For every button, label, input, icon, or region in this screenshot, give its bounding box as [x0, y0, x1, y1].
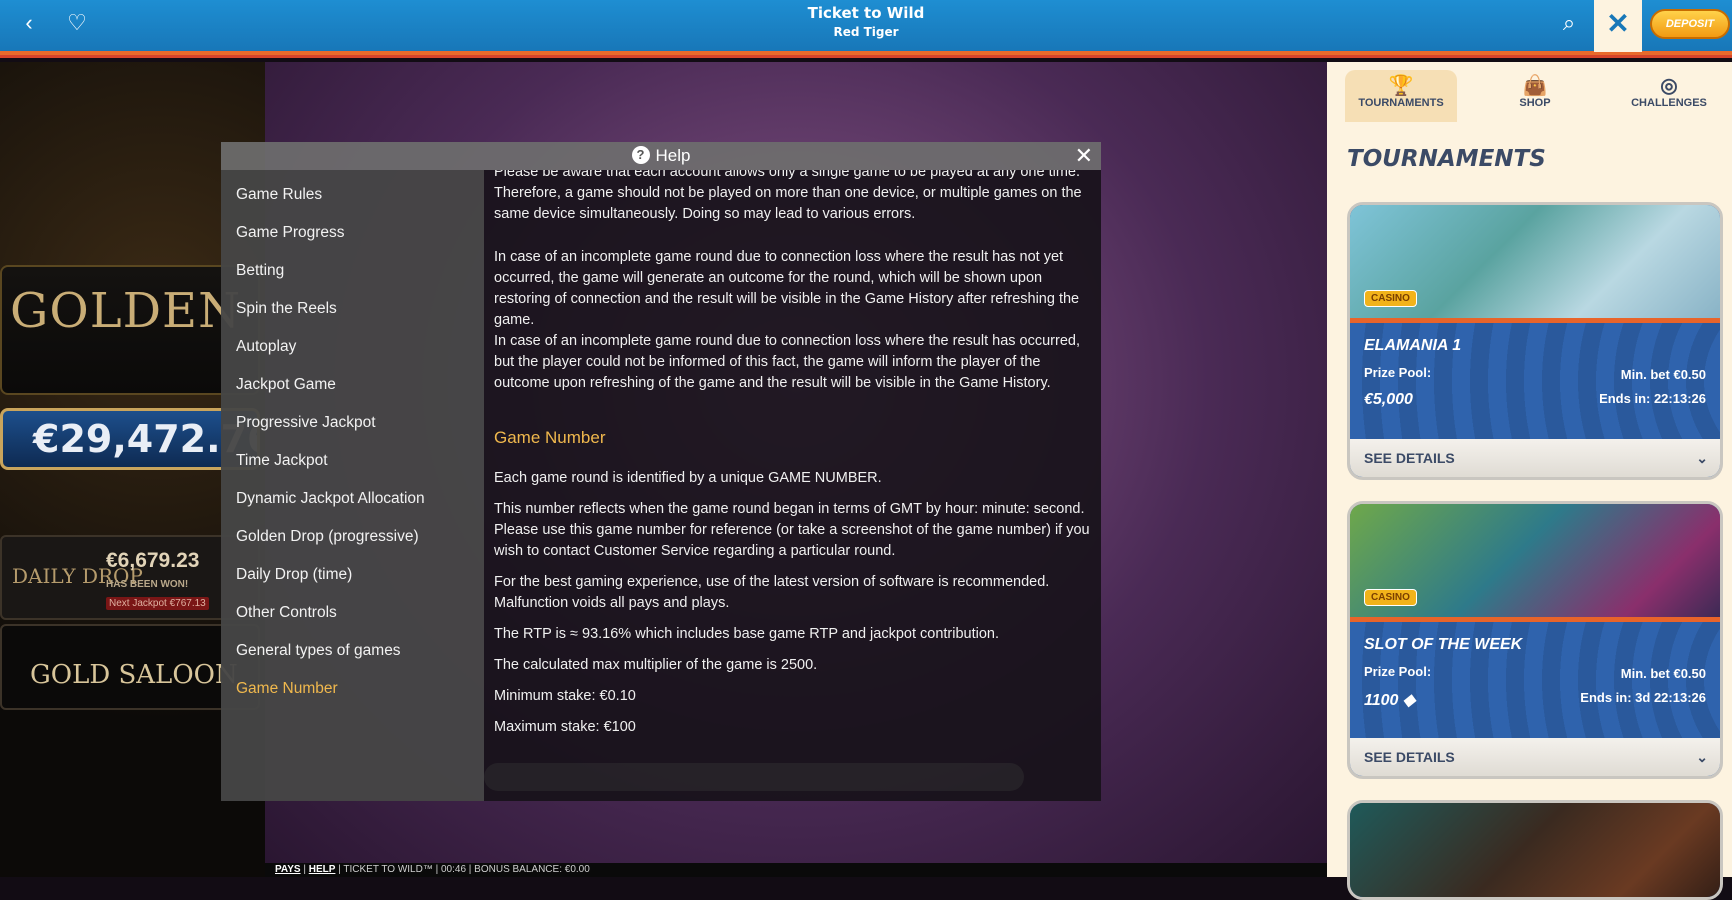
- panel-heading: TOURNAMENTS: [1347, 146, 1546, 172]
- tournament-card[interactable]: CASINO SLOT OF THE WEEK Prize Pool: 1100…: [1347, 501, 1723, 779]
- golden-drop-amount: €29,472.76: [33, 417, 260, 461]
- help-nav-item[interactable]: Other Controls: [221, 594, 484, 632]
- see-details-label: SEE DETAILS: [1364, 749, 1455, 765]
- ends-in: Ends in: 22:13:26: [1599, 391, 1706, 406]
- daily-drop-won-text: HAS BEEN WON!: [106, 579, 189, 590]
- chevron-down-icon: ⌄: [1696, 749, 1708, 765]
- gold-saloon-label: GOLD SALOON: [30, 660, 238, 690]
- tab-label: SHOP: [1519, 97, 1551, 109]
- tournament-card[interactable]: CASINO ELAMANIA 1 Prize Pool: €5,000 Min…: [1347, 202, 1723, 480]
- help-nav-item[interactable]: Time Jackpot: [221, 442, 484, 480]
- card-body: SLOT OF THE WEEK Prize Pool: 1100 ◆ Min.…: [1350, 622, 1720, 738]
- help-nav-item[interactable]: Jackpot Game: [221, 366, 484, 404]
- target-icon: ◎: [1660, 75, 1678, 97]
- help-paragraph: This number reflects when the game round…: [494, 501, 1090, 559]
- tab-label: TOURNAMENTS: [1358, 97, 1444, 109]
- ends-in: Ends in: 3d 22:13:26: [1580, 690, 1706, 705]
- help-nav-item[interactable]: Game Progress: [221, 214, 484, 252]
- search-icon[interactable]: ⌕: [1556, 10, 1582, 36]
- help-navigation: Game Rules Game Progress Betting Spin the R…: [221, 170, 484, 801]
- help-nav-item[interactable]: Betting: [221, 252, 484, 290]
- prize-pool-value: 1100 ◆: [1364, 692, 1416, 709]
- help-header: ? Help ✕: [221, 142, 1101, 170]
- casino-badge: CASINO: [1364, 589, 1417, 606]
- bag-icon: 👜: [1522, 75, 1548, 97]
- status-text: | TICKET TO WILD™ | 00:46 | BONUS BALANC…: [335, 864, 590, 875]
- help-nav-item[interactable]: Progressive Jackpot: [221, 404, 484, 442]
- tournament-name: SLOT OF THE WEEK: [1364, 636, 1523, 653]
- help-paragraph: Each game round is identified by a uniqu…: [494, 470, 882, 486]
- help-paragraph: Minimum stake: €0.10: [494, 688, 636, 704]
- tab-label: CHALLENGES: [1631, 97, 1707, 109]
- prize-pool-label: Prize Pool:: [1364, 365, 1432, 380]
- tournament-name: ELAMANIA 1: [1364, 337, 1462, 354]
- daily-drop-amount: €6,679.23: [106, 549, 200, 572]
- panel-tabs: 🏆 TOURNAMENTS 👜 SHOP ◎ CHALLENGES: [1345, 70, 1732, 122]
- see-details-button[interactable]: SEE DETAILS ⌄: [1350, 738, 1720, 776]
- help-nav-item[interactable]: Dynamic Jackpot Allocation: [221, 480, 484, 518]
- tournament-card[interactable]: [1347, 800, 1723, 900]
- help-nav-item[interactable]: Autoplay: [221, 328, 484, 366]
- see-details-label: SEE DETAILS: [1364, 450, 1455, 466]
- help-content[interactable]: Please be aware that each account allows…: [484, 170, 1101, 801]
- pays-link[interactable]: PAYS: [275, 864, 301, 875]
- help-nav-item[interactable]: Game Rules: [221, 176, 484, 214]
- close-game-button[interactable]: ✕: [1594, 0, 1642, 52]
- help-link[interactable]: HELP: [309, 864, 336, 875]
- min-bet: Min. bet €0.50: [1620, 666, 1706, 681]
- help-question-icon: ?: [631, 146, 650, 164]
- daily-drop-next-jackpot: Next Jackpot €767.13: [106, 597, 209, 610]
- help-nav-item[interactable]: General types of games: [221, 632, 484, 670]
- see-details-button[interactable]: SEE DETAILS ⌄: [1350, 439, 1720, 477]
- tab-challenges[interactable]: ◎ CHALLENGES: [1613, 70, 1725, 122]
- help-nav-item[interactable]: Game Number: [221, 670, 484, 708]
- game-provider: Red Tiger: [833, 25, 899, 39]
- tab-shop[interactable]: 👜 SHOP: [1479, 70, 1591, 122]
- help-nav-item[interactable]: Golden Drop (progressive): [221, 518, 484, 556]
- help-paragraph: In case of an incomplete game round due …: [494, 249, 1080, 328]
- help-paragraph: Please be aware that each account allows…: [494, 170, 1082, 222]
- top-bar: ‹ ♡ Ticket to Wild Red Tiger ⌕ ✕ DEPOSIT: [0, 0, 1732, 58]
- help-nav-item[interactable]: Spin the Reels: [221, 290, 484, 328]
- min-bet: Min. bet €0.50: [1620, 367, 1706, 382]
- help-paragraph: For the best gaming experience, use of t…: [494, 574, 1050, 611]
- help-paragraph: The RTP is ≈ 93.16% which includes base …: [494, 626, 1000, 642]
- help-nav-item[interactable]: Daily Drop (time): [221, 556, 484, 594]
- help-paragraph: The calculated max multiplier of the gam…: [494, 657, 818, 673]
- help-close-icon[interactable]: ✕: [1075, 142, 1093, 170]
- close-icon: ✕: [1606, 8, 1630, 39]
- deposit-button[interactable]: DEPOSIT: [1650, 9, 1730, 39]
- top-bar-stripe: [0, 55, 1732, 58]
- prize-pool-value: €5,000: [1364, 391, 1413, 408]
- casino-badge: CASINO: [1364, 290, 1417, 307]
- help-dialog: ? Help ✕ Game Rules Game Progress Betting Sp…: [221, 142, 1101, 801]
- help-scrollbar[interactable]: [484, 763, 1024, 791]
- right-panel: 🏆 TOURNAMENTS 👜 SHOP ◎ CHALLENGES TOURNA…: [1327, 62, 1732, 900]
- help-paragraph: Maximum stake: €100: [494, 719, 636, 735]
- section-title-game-number: Game Number: [494, 428, 606, 447]
- card-body: ELAMANIA 1 Prize Pool: €5,000 Min. bet €…: [1350, 323, 1720, 439]
- game-title: Ticket to Wild: [807, 4, 925, 22]
- game-status-bar: PAYS | HELP | TICKET TO WILD™ | 00:46 | …: [265, 863, 1327, 877]
- tab-tournaments[interactable]: 🏆 TOURNAMENTS: [1345, 70, 1457, 122]
- trophy-icon: 🏆: [1388, 75, 1414, 97]
- game-title-block: Ticket to Wild Red Tiger: [0, 4, 1732, 39]
- chevron-down-icon: ⌄: [1696, 450, 1708, 466]
- help-paragraph: In case of an incomplete game round due …: [494, 333, 1080, 391]
- tournament-image: [1350, 803, 1720, 897]
- prize-pool-label: Prize Pool:: [1364, 664, 1432, 679]
- help-title: Help: [655, 146, 691, 165]
